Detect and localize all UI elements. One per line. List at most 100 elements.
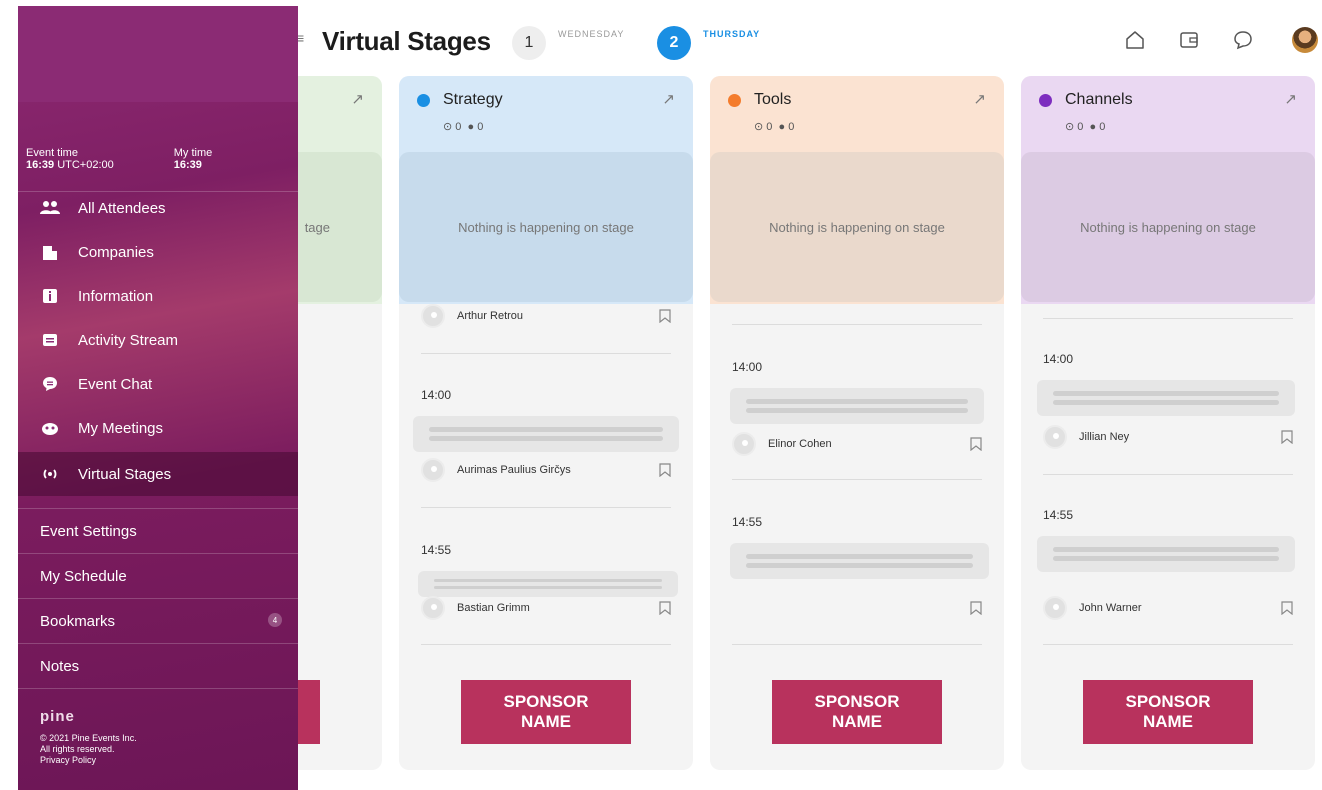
stage-preview[interactable]: Nothing is happening on stage: [399, 152, 693, 302]
speaker-name: Arthur Retrou: [457, 310, 524, 322]
home-icon[interactable]: [1124, 29, 1146, 51]
day-label: THURSDAY: [703, 29, 761, 39]
bookmark-icon[interactable]: [659, 463, 671, 477]
my-time: My time 16:39: [174, 147, 213, 171]
speaker-avatar: [421, 304, 445, 328]
sidebar-item-event-settings[interactable]: Event Settings: [18, 509, 298, 553]
divider: [421, 644, 671, 645]
viewer-count: 0: [766, 121, 773, 133]
sidebar-item-label: Bookmarks: [40, 612, 116, 630]
wallet-icon[interactable]: [1178, 29, 1200, 51]
speaker-name: Elinor Cohen: [768, 438, 832, 450]
sidebar-item-label: Notes: [40, 657, 80, 675]
stage-color-dot: [728, 94, 741, 107]
sidebar-item-bookmarks[interactable]: Bookmarks 4: [18, 599, 298, 643]
session-placeholder: [1037, 536, 1295, 572]
expand-icon[interactable]: ↗: [1284, 90, 1297, 108]
speaker-avatar: [1043, 425, 1067, 449]
chat-bubble-icon: ●: [778, 121, 786, 133]
session-block[interactable]: 14:55: [418, 543, 678, 597]
session-placeholder: [413, 416, 679, 452]
session-block[interactable]: 14:00: [730, 360, 984, 424]
event-time: Event time 16:39 UTC+02:00: [26, 147, 114, 171]
bookmark-icon[interactable]: [659, 309, 671, 323]
info-icon: [40, 286, 60, 306]
sidebar-item-label: Event Chat: [78, 375, 153, 393]
speaker-avatar: [421, 458, 445, 482]
my-time-value: 16:39: [173, 159, 202, 171]
day-tab-thursday[interactable]: 2 THURSDAY: [657, 26, 760, 60]
chat-icon[interactable]: [1232, 29, 1254, 51]
bookmark-icon[interactable]: [1281, 601, 1293, 615]
sidebar-item-all-attendees[interactable]: All Attendees: [18, 186, 298, 230]
stage-preview[interactable]: Nothing is happening on stage: [710, 152, 1004, 302]
user-avatar[interactable]: [1292, 27, 1318, 53]
event-time-value: 16:39: [26, 159, 55, 171]
speaker-row[interactable]: Aurimas Paulius Girčys: [421, 456, 671, 484]
speaker-row[interactable]: Bastian Grimm: [421, 594, 671, 622]
sidebar-item-label: My Meetings: [78, 419, 164, 437]
chat-bubble-icon: ●: [467, 121, 475, 133]
bookmark-icon[interactable]: [659, 601, 671, 615]
chat-icon: [40, 374, 60, 394]
stage-counts: ⊙ 0 ● 0: [443, 120, 483, 133]
sponsor-banner[interactable]: SPONSOR NAME: [461, 680, 631, 744]
divider: [421, 507, 671, 508]
page-title: Virtual Stages: [322, 26, 491, 56]
sponsor-banner[interactable]: SPONSOR NAME: [1083, 680, 1253, 744]
stage-name: Strategy: [443, 91, 503, 108]
session-block[interactable]: 14:00: [413, 388, 679, 452]
day-number: 2: [657, 26, 691, 60]
chat-count: 0: [1099, 121, 1106, 133]
sidebar-item-notes[interactable]: Notes: [18, 644, 298, 688]
eye-icon: ⊙: [754, 121, 764, 133]
speaker-name: Bastian Grimm: [457, 602, 530, 614]
sidebar-item-information[interactable]: Information: [18, 274, 298, 318]
bookmark-icon[interactable]: [970, 601, 982, 615]
day-tab-wednesday[interactable]: 1 WEDNESDAY: [512, 26, 624, 60]
speaker-row[interactable]: Jillian Ney: [1043, 423, 1293, 451]
sidebar-item-label: Activity Stream: [78, 331, 179, 349]
sidebar-item-companies[interactable]: Companies: [18, 230, 298, 274]
stage-status-text: tage: [304, 219, 330, 235]
divider: [1043, 474, 1293, 475]
stage-counts: ⊙ 0 ● 0: [1065, 120, 1105, 133]
sidebar-item-activity-stream[interactable]: Activity Stream: [18, 318, 298, 362]
speaker-row[interactable]: Arthur Retrou: [421, 302, 671, 330]
sidebar-item-my-schedule[interactable]: My Schedule: [18, 554, 298, 598]
session-block[interactable]: 14:55: [730, 515, 989, 579]
privacy-policy-link[interactable]: Privacy Policy: [40, 755, 137, 766]
event-time-zone: UTC+02:00: [57, 159, 114, 171]
expand-icon[interactable]: ↗: [973, 90, 986, 108]
session-placeholder: [730, 543, 989, 579]
expand-icon[interactable]: ↗: [351, 90, 364, 108]
stage-preview[interactable]: Nothing is happening on stage: [1021, 152, 1315, 302]
speaker-row[interactable]: John Warner: [1043, 594, 1293, 622]
stage-color-dot: [1039, 94, 1052, 107]
session-time: 14:55: [732, 515, 763, 529]
my-time-label: My time: [173, 147, 213, 159]
stage-counts: ⊙ 0 ● 0: [754, 120, 794, 133]
chat-count: 0: [477, 121, 484, 133]
bookmark-icon[interactable]: [970, 437, 982, 451]
session-time: 14:55: [421, 543, 452, 557]
sidebar-item-event-chat[interactable]: Event Chat: [18, 362, 298, 406]
sidebar-item-virtual-stages[interactable]: Virtual Stages: [18, 452, 298, 496]
session-block[interactable]: 14:00: [1037, 352, 1295, 416]
sidebar-banner: [18, 6, 298, 102]
count-badge: 4: [268, 613, 282, 627]
session-block[interactable]: 14:55: [1037, 508, 1295, 572]
speaker-name: Aurimas Paulius Girčys: [457, 464, 571, 476]
bookmark-icon[interactable]: [1281, 430, 1293, 444]
divider: [1043, 644, 1293, 645]
expand-icon[interactable]: ↗: [662, 90, 675, 108]
speaker-name: Jillian Ney: [1079, 431, 1130, 443]
sponsor-banner[interactable]: SPONSOR NAME: [772, 680, 942, 744]
sidebar-item-my-meetings[interactable]: My Meetings: [18, 406, 298, 450]
stage-status-text: Nothing is happening on stage: [769, 219, 945, 235]
speaker-row[interactable]: Elinor Cohen: [732, 430, 982, 458]
pine-logo: pine: [40, 708, 75, 725]
speaker-row[interactable]: [732, 594, 982, 622]
eye-icon: ⊙: [1065, 121, 1075, 133]
sidebar-item-label: My Schedule: [40, 567, 127, 585]
